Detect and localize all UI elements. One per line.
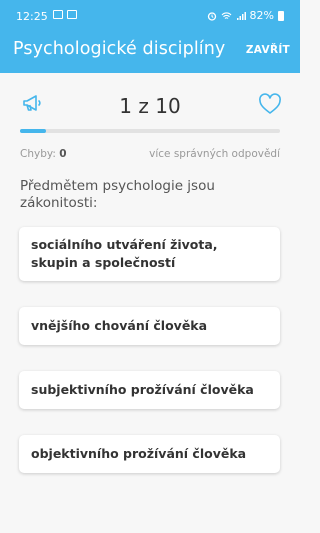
app-bar: Psychologické disciplíny ZAVŘÍT — [0, 33, 300, 73]
battery-icon — [278, 10, 284, 21]
wifi-icon — [221, 12, 231, 19]
progress-bar — [20, 129, 280, 133]
answer-option[interactable]: subjektivního prožívání člověka — [19, 371, 280, 409]
page-title: Psychologické disciplíny — [13, 39, 226, 59]
answer-option[interactable]: objektivního prožívání člověka — [19, 435, 280, 473]
status-time: 12:25 — [16, 10, 48, 23]
close-button[interactable]: ZAVŘÍT — [246, 44, 290, 56]
errors-counter: Chyby: 0 — [20, 148, 67, 160]
answer-option[interactable]: vnějšího chování člověka — [19, 307, 280, 345]
battery-percent: 82% — [249, 9, 274, 22]
progress-fill — [20, 129, 46, 133]
answer-label: subjektivního prožívání člověka — [31, 382, 254, 397]
alarm-icon — [207, 11, 216, 21]
image-icon — [53, 10, 63, 19]
question-counter: 1 z 10 — [119, 94, 181, 118]
answer-label: sociálního utváření života, skupin a spo… — [31, 237, 218, 270]
signal-icon — [236, 11, 246, 20]
question-text: Předmětem psychologie jsou zákonitosti: — [20, 178, 215, 211]
notification-icon — [67, 10, 77, 19]
answer-label: objektivního prožívání člověka — [31, 446, 247, 461]
status-bar: 12:25 82% — [0, 0, 300, 33]
answer-mode-label: více správných odpovědí — [149, 148, 280, 160]
answer-label: vnějšího chování člověka — [31, 318, 208, 333]
errors-value: 0 — [59, 148, 67, 160]
answer-option[interactable]: sociálního utváření života, skupin a spo… — [19, 227, 280, 281]
heart-icon[interactable] — [258, 93, 282, 115]
errors-label: Chyby: — [20, 148, 56, 160]
